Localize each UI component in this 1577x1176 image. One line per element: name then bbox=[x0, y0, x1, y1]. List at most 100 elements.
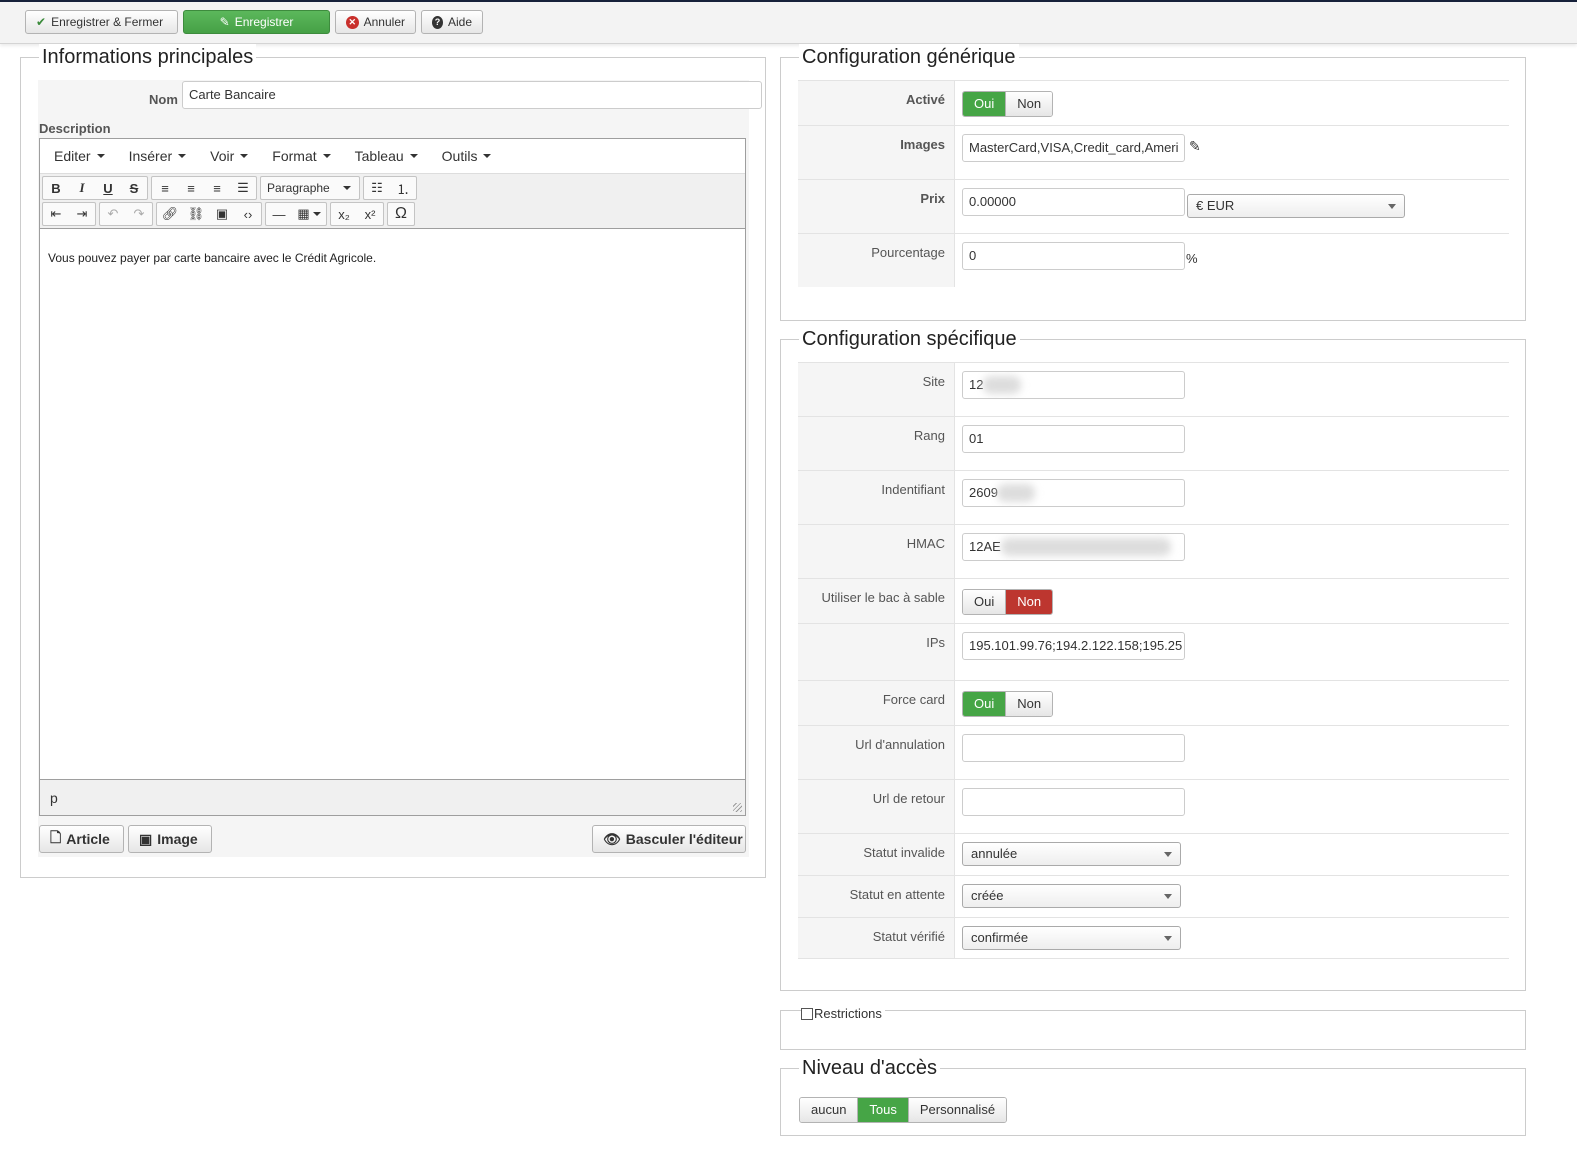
caret-down-icon bbox=[240, 154, 249, 158]
image-icon[interactable]: ▣ bbox=[209, 203, 235, 225]
align-justify-icon[interactable]: ☰ bbox=[230, 177, 256, 199]
sandbox-yes[interactable]: Oui bbox=[963, 590, 1006, 614]
pencil-icon[interactable]: ✎ bbox=[1189, 138, 1201, 155]
bullet-list-icon[interactable]: ☷ bbox=[364, 177, 390, 199]
redacted-blur bbox=[983, 376, 1021, 394]
redacted-blur bbox=[1001, 538, 1171, 556]
subscript-icon[interactable]: x₂ bbox=[331, 203, 357, 225]
resize-handle-icon[interactable] bbox=[733, 803, 742, 812]
hmac-input[interactable]: 12AE bbox=[962, 533, 1185, 561]
format-select[interactable]: Paragraphe bbox=[261, 177, 359, 199]
edit-icon: ✎ bbox=[219, 15, 230, 29]
force-card-label: Force card bbox=[882, 692, 945, 707]
images-input[interactable]: MasterCard,VISA,Credit_card,Ameri bbox=[962, 134, 1185, 162]
table-icon[interactable]: ▦ bbox=[292, 203, 326, 225]
force-card-row: Force card Oui Non bbox=[798, 680, 1509, 725]
align-left-icon[interactable]: ≡ bbox=[152, 177, 178, 199]
element-path[interactable]: p bbox=[50, 790, 58, 806]
superscript-icon[interactable]: x² bbox=[357, 203, 383, 225]
site-row: Site 12 bbox=[798, 362, 1509, 416]
cancel-url-label: Url d'annulation bbox=[855, 737, 945, 752]
force-card-toggle: Oui Non bbox=[962, 691, 1054, 717]
price-input[interactable]: 0.00000 bbox=[962, 188, 1185, 216]
sandbox-no[interactable]: Non bbox=[1005, 590, 1053, 614]
unlink-icon[interactable]: ⛓ bbox=[183, 203, 209, 225]
invalid-status-select[interactable]: annulée bbox=[962, 842, 1181, 866]
bold-icon[interactable]: B bbox=[43, 177, 69, 199]
caret-down-icon bbox=[1164, 936, 1172, 941]
outdent-icon[interactable]: ⇤ bbox=[43, 203, 69, 225]
undo-icon[interactable]: ↶ bbox=[100, 203, 126, 225]
menu-view[interactable]: Voir bbox=[196, 148, 258, 164]
ident-label: Indentifiant bbox=[881, 482, 945, 497]
sandbox-toggle: Oui Non bbox=[962, 589, 1054, 615]
align-center-icon[interactable]: ≡ bbox=[178, 177, 204, 199]
pending-status-select[interactable]: créée bbox=[962, 884, 1181, 908]
active-label: Activé bbox=[905, 92, 945, 107]
indent-icon[interactable]: ⇥ bbox=[69, 203, 95, 225]
horizontal-rule-icon[interactable]: — bbox=[266, 203, 292, 225]
caret-down-icon bbox=[322, 154, 331, 158]
help-button[interactable]: ? Aide bbox=[421, 10, 483, 34]
currency-select[interactable]: € EUR bbox=[1187, 194, 1405, 218]
strikethrough-icon[interactable]: S bbox=[121, 177, 147, 199]
percent-input[interactable]: 0 bbox=[962, 242, 1185, 270]
check-icon: ✔ bbox=[36, 15, 47, 29]
menu-format[interactable]: Format bbox=[258, 148, 340, 164]
return-url-input[interactable] bbox=[962, 788, 1185, 816]
italic-icon[interactable]: I bbox=[69, 177, 95, 199]
restrictions-fieldset: Restrictions bbox=[780, 1006, 1526, 1050]
site-input[interactable]: 12 bbox=[962, 371, 1185, 399]
menu-insert[interactable]: Insérer bbox=[115, 148, 197, 164]
numbered-list-icon[interactable]: ⒈ bbox=[390, 177, 416, 199]
restrictions-label: Restrictions bbox=[814, 1006, 882, 1021]
align-right-icon[interactable]: ≡ bbox=[204, 177, 230, 199]
file-add-icon: 🗋 bbox=[50, 829, 62, 845]
editor-toolbar: B I U S ≡ ≡ ≡ ☰ Paragraphe ☷ ⒈ ⇤ ⇥ ↶ ↷ 🔗… bbox=[40, 174, 745, 229]
name-input[interactable]: Carte Bancaire bbox=[182, 81, 762, 109]
redo-icon[interactable]: ↷ bbox=[126, 203, 152, 225]
redacted-blur bbox=[997, 484, 1035, 502]
underline-icon[interactable]: U bbox=[95, 177, 121, 199]
name-label: Nom bbox=[149, 92, 178, 107]
access-custom[interactable]: Personnalisé bbox=[907, 1098, 1007, 1122]
save-close-button[interactable]: ✔ Enregistrer & Fermer bbox=[25, 10, 178, 34]
force-card-yes[interactable]: Oui bbox=[963, 692, 1006, 716]
editor-content[interactable]: Vous pouvez payer par carte bancaire ave… bbox=[48, 251, 376, 265]
rang-input[interactable]: 01 bbox=[962, 425, 1185, 453]
ips-row: IPs 195.101.99.76;194.2.122.158;195.25 bbox=[798, 623, 1509, 680]
save-button[interactable]: ✎ Enregistrer bbox=[183, 10, 330, 34]
link-icon[interactable]: 🔗︎ bbox=[157, 203, 183, 225]
ips-label: IPs bbox=[926, 635, 945, 650]
cancel-button[interactable]: ✕ Annuler bbox=[335, 10, 416, 34]
verified-status-select[interactable]: confirmée bbox=[962, 926, 1181, 950]
toggle-editor-button[interactable]: 👁︎ Basculer l'éditeur bbox=[592, 825, 746, 853]
restrictions-checkbox[interactable] bbox=[801, 1007, 813, 1020]
access-level-legend: Niveau d'accès bbox=[799, 1055, 940, 1081]
ips-input[interactable]: 195.101.99.76;194.2.122.158;195.25 bbox=[962, 632, 1185, 660]
cancel-url-input[interactable] bbox=[962, 734, 1185, 762]
active-yes[interactable]: Oui bbox=[963, 92, 1006, 116]
code-icon[interactable]: ‹› bbox=[235, 203, 261, 225]
cancel-url-row: Url d'annulation bbox=[798, 725, 1509, 779]
article-button[interactable]: 🗋 Article bbox=[39, 825, 124, 853]
image-button[interactable]: ▣ Image bbox=[128, 825, 212, 853]
menu-tools[interactable]: Outils bbox=[428, 148, 502, 164]
ident-input[interactable]: 2609 bbox=[962, 479, 1185, 507]
images-row: Images MasterCard,VISA,Credit_card,Ameri… bbox=[798, 125, 1509, 179]
force-card-no[interactable]: Non bbox=[1005, 692, 1053, 716]
caret-down-icon bbox=[1164, 852, 1172, 857]
caret-down-icon bbox=[1388, 204, 1396, 209]
main-info-fieldset: Informations principales Nom Carte Banca… bbox=[20, 44, 766, 878]
caret-down-icon bbox=[409, 154, 418, 158]
menu-table[interactable]: Tableau bbox=[341, 148, 428, 164]
pending-status-label: Statut en attente bbox=[849, 887, 945, 902]
percent-label: Pourcentage bbox=[871, 245, 945, 260]
access-all[interactable]: Tous bbox=[857, 1098, 908, 1122]
active-no[interactable]: Non bbox=[1005, 92, 1053, 116]
help-icon: ? bbox=[432, 15, 443, 29]
access-none[interactable]: aucun bbox=[800, 1098, 858, 1122]
menu-edit[interactable]: Editer bbox=[44, 148, 115, 164]
hmac-label: HMAC bbox=[906, 536, 945, 551]
special-char-icon[interactable]: Ω bbox=[388, 203, 414, 225]
